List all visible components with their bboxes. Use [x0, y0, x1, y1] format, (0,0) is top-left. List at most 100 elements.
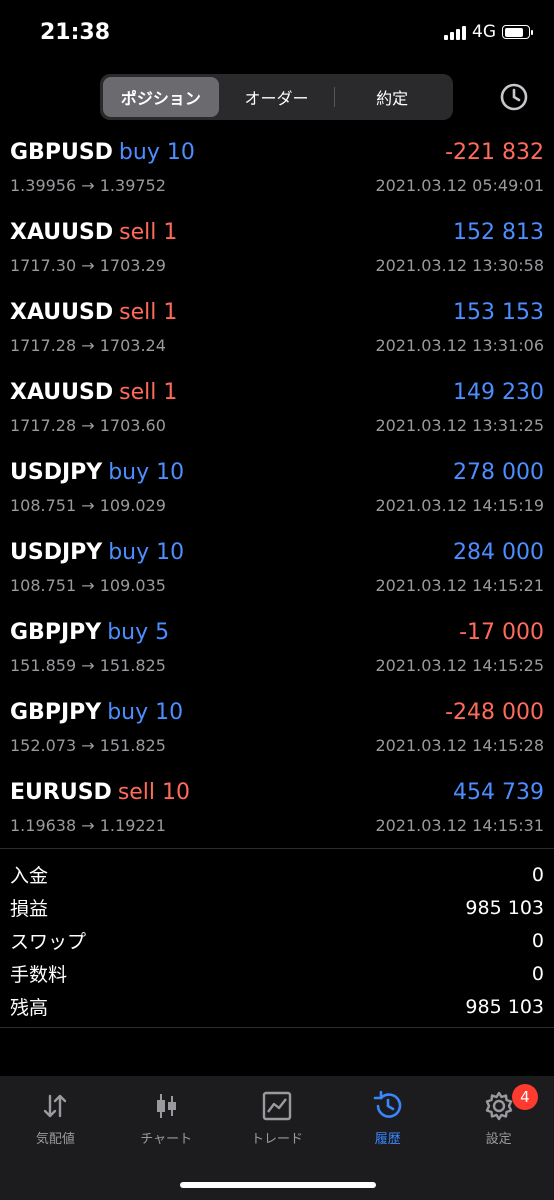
summary-label: スワップ — [10, 931, 87, 953]
status-bar: 21:38 4G — [0, 0, 554, 70]
trade-symbol: XAUUSD — [10, 380, 114, 405]
battery-icon — [502, 25, 533, 39]
trade-profit: 454 739 — [453, 780, 544, 805]
divider — [0, 1027, 554, 1028]
summary-label: 手数料 — [10, 964, 68, 986]
trade-prices: 1.19638 → 1.19221 — [10, 816, 166, 835]
summary-section: 入金 0 損益 985 103 スワップ 0 手数料 0 残高 985 103 — [0, 858, 554, 1023]
trade-symbol: USDJPY — [10, 540, 103, 565]
tab-settings[interactable]: 設定 4 — [443, 1076, 554, 1160]
notification-badge: 4 — [511, 1084, 538, 1110]
summary-row: 残高 985 103 — [0, 990, 554, 1023]
summary-row: スワップ 0 — [0, 924, 554, 957]
quotes-arrows-icon — [44, 1094, 67, 1118]
trade-time: 2021.03.12 14:15:28 — [375, 736, 544, 755]
trade-row[interactable]: GBPJPY buy 5 -17 000 151.859 → 151.825 2021.… — [0, 616, 554, 696]
trade-profit: -221 832 — [445, 140, 544, 165]
tab-label: 設定 — [485, 1132, 512, 1147]
trade-row[interactable]: XAUUSD sell 1 149 230 1717.28 → 1703.60 2021… — [0, 376, 554, 456]
trade-prices: 152.073 → 151.825 — [10, 736, 166, 755]
trade-profit: 278 000 — [453, 460, 544, 485]
summary-row: 損益 985 103 — [0, 891, 554, 924]
history-period-clock-icon[interactable] — [499, 82, 529, 112]
trade-prices: 1717.28 → 1703.60 — [10, 416, 166, 435]
summary-value: 985 103 — [465, 896, 544, 919]
tab-quotes[interactable]: 気配値 — [0, 1076, 111, 1160]
tab-label: 気配値 — [35, 1132, 75, 1147]
trade-time: 2021.03.12 14:15:19 — [375, 496, 544, 515]
divider — [0, 848, 554, 849]
summary-label: 残高 — [10, 997, 49, 1019]
summary-label: 損益 — [10, 898, 49, 920]
summary-value: 0 — [531, 962, 544, 985]
trade-time: 2021.03.12 05:49:01 — [375, 176, 544, 195]
trade-row[interactable]: USDJPY buy 10 278 000 108.751 → 109.029 2021… — [0, 456, 554, 536]
trade-time: 2021.03.12 14:15:25 — [375, 656, 544, 675]
trade-time: 2021.03.12 14:15:21 — [375, 576, 544, 595]
trade-symbol-line: USDJPY buy 10 — [10, 460, 184, 485]
trade-profit: 284 000 — [453, 540, 544, 565]
tab-history[interactable]: 履歴 — [332, 1076, 443, 1160]
trade-time: 2021.03.12 13:31:06 — [375, 336, 544, 355]
status-time: 21:38 — [40, 20, 111, 45]
trade-row[interactable]: XAUUSD sell 1 152 813 1717.30 → 1703.29 2021… — [0, 216, 554, 296]
trade-chart-icon — [262, 1091, 292, 1121]
segment-orders[interactable]: オーダー — [219, 77, 335, 117]
summary-value: 0 — [531, 929, 544, 952]
trade-prices: 1717.30 → 1703.29 — [10, 256, 166, 275]
trade-symbol: XAUUSD — [10, 220, 114, 245]
trade-symbol: GBPUSD — [10, 140, 113, 165]
trade-symbol: GBPJPY — [10, 700, 102, 725]
trade-profit: -17 000 — [459, 620, 544, 645]
trade-symbol: USDJPY — [10, 460, 103, 485]
trade-side: sell 1 — [119, 300, 178, 325]
trade-row[interactable]: GBPJPY buy 10 -248 000 152.073 → 151.825 202… — [0, 696, 554, 776]
segment-deals[interactable]: 約定 — [334, 77, 450, 117]
trade-row[interactable]: USDJPY buy 10 284 000 108.751 → 109.035 2021… — [0, 536, 554, 616]
trade-symbol-line: USDJPY buy 10 — [10, 540, 184, 565]
summary-value: 0 — [531, 863, 544, 886]
trade-profit: -248 000 — [445, 700, 544, 725]
tab-label: トレード — [250, 1132, 303, 1147]
trade-prices: 108.751 → 109.035 — [10, 576, 166, 595]
tab-label: チャート — [140, 1132, 193, 1147]
trade-symbol-line: XAUUSD sell 1 — [10, 300, 177, 325]
network-type: 4G — [472, 22, 496, 42]
trade-time: 2021.03.12 14:15:31 — [375, 816, 544, 835]
trade-symbol: EURUSD — [10, 780, 112, 805]
trade-prices: 108.751 → 109.029 — [10, 496, 166, 515]
trade-time: 2021.03.12 13:31:25 — [375, 416, 544, 435]
trade-profit: 149 230 — [453, 380, 544, 405]
trade-profit: 153 153 — [453, 300, 544, 325]
trade-row[interactable]: EURUSD sell 10 454 739 1.19638 → 1.19221 202… — [0, 776, 554, 856]
trade-symbol-line: EURUSD sell 10 — [10, 780, 190, 805]
segment-positions[interactable]: ポジション — [103, 77, 219, 117]
trade-side: buy 10 — [108, 540, 185, 565]
trade-prices: 151.859 → 151.825 — [10, 656, 166, 675]
tab-trade[interactable]: トレード — [222, 1076, 333, 1160]
trade-side: sell 1 — [119, 220, 178, 245]
trade-row[interactable]: GBPUSD buy 10 -221 832 1.39956 → 1.39752 202… — [0, 136, 554, 216]
trade-side: buy 10 — [108, 460, 185, 485]
gear-icon — [485, 1091, 512, 1121]
candlestick-chart-icon — [157, 1094, 177, 1118]
trade-symbol-line: GBPUSD buy 10 — [10, 140, 195, 165]
tab-chart[interactable]: チャート — [111, 1076, 222, 1160]
home-indicator — [180, 1182, 376, 1188]
trade-side: buy 5 — [107, 620, 170, 645]
tab-label: 履歴 — [374, 1132, 401, 1147]
summary-row: 手数料 0 — [0, 957, 554, 990]
trade-list: GBPUSD buy 10 -221 832 1.39956 → 1.39752 202… — [0, 136, 554, 856]
status-indicators: 4G — [444, 22, 533, 42]
trade-symbol-line: GBPJPY buy 10 — [10, 700, 183, 725]
trade-symbol: XAUUSD — [10, 300, 114, 325]
signal-icon — [444, 24, 466, 40]
bottom-tab-bar: 気配値 チャート トレード 履歴 設定 4 — [0, 1076, 554, 1200]
history-segmented-control: ポジション オーダー 約定 — [100, 74, 453, 120]
summary-value: 985 103 — [465, 995, 544, 1018]
trade-symbol-line: XAUUSD sell 1 — [10, 220, 177, 245]
trade-row[interactable]: XAUUSD sell 1 153 153 1717.28 → 1703.24 2021… — [0, 296, 554, 376]
trade-side: sell 1 — [119, 380, 178, 405]
trade-side: sell 10 — [117, 780, 191, 805]
trade-prices: 1.39956 → 1.39752 — [10, 176, 166, 195]
